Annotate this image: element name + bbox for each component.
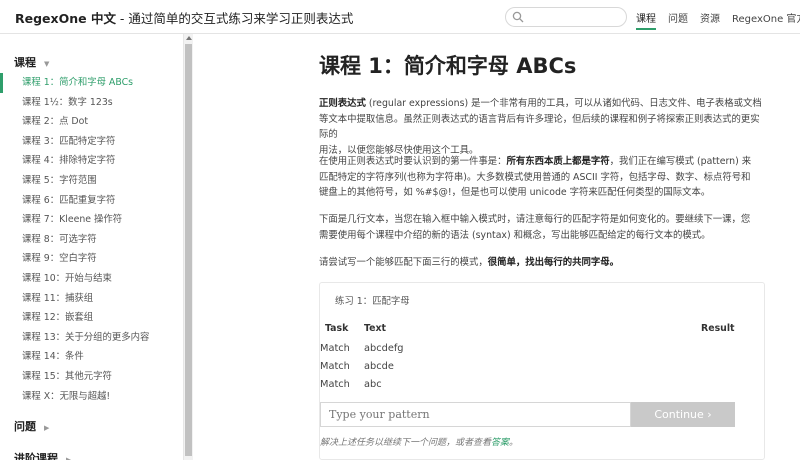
pattern-input[interactable] — [320, 402, 631, 427]
sidebar-section-problems[interactable]: 问题 ▶ — [14, 418, 49, 434]
solution-link[interactable]: 答案 — [491, 438, 509, 448]
row-task: Match — [320, 343, 350, 354]
intro-text-2: 等文本中提取信息。虽然正则表达式的语言背后有许多理论，但后续的课程和例子将探索正… — [319, 113, 760, 141]
caret-down-icon: ▼ — [44, 60, 50, 68]
scrollbar-thumb[interactable] — [185, 44, 192, 456]
sidebar-lesson-item[interactable]: 课程 9：空白字符 — [0, 249, 184, 269]
search-icon — [512, 11, 524, 23]
sidebar-lesson-item[interactable]: 课程 11：捕获组 — [0, 289, 184, 309]
search-input[interactable] — [528, 10, 622, 24]
top-header: RegexOne 中文 - 通过简单的交互式练习来学习正则表达式 课程 问题 资… — [0, 0, 800, 34]
row-text: abc — [364, 379, 382, 390]
task-prompt-emphasis: 很简单，找出每行的共同字母。 — [487, 257, 620, 268]
row-task: Match — [320, 361, 350, 372]
col-header-result: Result — [701, 323, 735, 334]
instructions-paragraph: 下面是几行文本，当您在输入框中输入模式时，请注意每行的匹配字符是如何变化的。要继… — [319, 212, 763, 243]
hint-text: 解决上述任务以继续下一个问题，或者查看答案。 — [320, 435, 518, 448]
main-content: 课程 1：简介和字母 ABCs 正则表达式 (regular expressio… — [193, 34, 800, 460]
sidebar-lesson-item[interactable]: 课程 5：字符范围 — [0, 171, 184, 191]
row-text: abcdefg — [364, 343, 404, 354]
sidebar-lesson-item[interactable]: 课程 3：匹配特定字符 — [0, 132, 184, 152]
intro-paragraph: 正则表达式 (regular expressions) 是一个非常有用的工具，可… — [319, 96, 763, 158]
task-prompt-text: 请尝试写一个能够匹配下面三行的模式， — [319, 257, 488, 268]
col-header-task: Task — [325, 323, 349, 334]
exercise-panel: 练习 1：匹配字母 Task Text Result Match abcdefg… — [319, 282, 765, 460]
scroll-up-arrow-icon[interactable] — [186, 36, 192, 40]
site-brand: RegexOne 中文 — [15, 11, 116, 26]
exercise-title: 练习 1：匹配字母 — [335, 296, 410, 307]
section-problems-label: 问题 — [14, 420, 36, 433]
row-task: Match — [320, 379, 350, 390]
section-lessons-label: 课程 — [14, 56, 36, 69]
chars-text-1b: ，我们正在编写模式 (pattern) 来 — [609, 156, 752, 167]
table-row: Match abcdefg — [320, 343, 766, 361]
caret-right-icon: ▶ — [44, 424, 50, 432]
sidebar-lesson-item[interactable]: 课程 14：条件 — [0, 347, 184, 367]
chars-text-1a: 在使用正则表达式时要认识到的第一件事是： — [319, 156, 507, 167]
nav-official-site[interactable]: RegexOne 官方网 — [732, 10, 800, 25]
caret-right-icon: ▶ — [66, 456, 72, 460]
sidebar-lesson-item[interactable]: 课程 15：其他元字符 — [0, 367, 184, 387]
hint-message: 解决上述任务以继续下一个问题，或者查看 — [320, 438, 492, 448]
site-tagline: - 通过简单的交互式练习来学习正则表达式 — [115, 11, 354, 26]
site-title[interactable]: RegexOne 中文 - 通过简单的交互式练习来学习正则表达式 — [15, 8, 353, 27]
chars-emphasis: 所有东西本质上都是字符 — [506, 156, 610, 167]
sidebar-lesson-item[interactable]: 课程 7：Kleene 操作符 — [0, 210, 184, 230]
continue-button[interactable]: Continue › — [631, 402, 735, 427]
row-text: abcde — [364, 361, 394, 372]
sidebar-lesson-item[interactable]: 课程 2：点 Dot — [0, 112, 184, 132]
sidebar-lesson-item[interactable]: 课程 8：可选字符 — [0, 230, 184, 250]
chars-text-2: 匹配特定的字符序列(也称为字符串)。大多数模式使用普通的 ASCII 字符，包括… — [319, 171, 751, 183]
instructions-text-2: 需要使用每个课程中介绍的新的语法 (syntax) 和概念，写出能够匹配给定的每… — [319, 229, 711, 241]
nav-resources[interactable]: 资源 — [700, 10, 720, 25]
sidebar-section-lessons[interactable]: 课程 ▼ — [14, 54, 49, 70]
task-prompt: 请尝试写一个能够匹配下面三行的模式，很简单，找出每行的共同字母。 — [319, 255, 763, 271]
sidebar: 课程 ▼ 课程 1：简介和字母 ABCs 课程 1½：数字 123s 课程 2：点 D… — [0, 34, 184, 460]
characters-paragraph: 在使用正则表达式时要认识到的第一件事是：所有东西本质上都是字符，我们正在编写模式… — [319, 154, 763, 201]
lesson-list: 课程 1：简介和字母 ABCs 课程 1½：数字 123s 课程 2：点 Dot 课程… — [0, 73, 184, 406]
nav-lessons[interactable]: 课程 — [636, 10, 656, 30]
table-row: Match abc — [320, 379, 766, 397]
instructions-text-1: 下面是几行文本，当您在输入框中输入模式时，请注意每行的匹配字符是如何变化的。要继… — [319, 214, 751, 225]
sidebar-section-advanced[interactable]: 进阶课程 ▶ — [14, 450, 71, 460]
section-advanced-label: 进阶课程 — [14, 452, 58, 460]
sidebar-lesson-item[interactable]: 课程 12：嵌套组 — [0, 308, 184, 328]
sidebar-lesson-item[interactable]: 课程 13：关于分组的更多内容 — [0, 328, 184, 348]
sidebar-lesson-item[interactable]: 课程 X：无限与超越! — [0, 387, 184, 407]
chars-text-3: 键盘上的其他符号，如 %#$@!，但是也可以使用 unicode 字符来匹配任何… — [319, 187, 711, 198]
sidebar-lesson-item[interactable]: 课程 10：开始与结束 — [0, 269, 184, 289]
sidebar-lesson-item[interactable]: 课程 1½：数字 123s — [0, 93, 184, 113]
hint-end: 。 — [509, 438, 519, 448]
sidebar-lesson-item[interactable]: 课程 4：排除特定字符 — [0, 151, 184, 171]
col-header-text: Text — [364, 323, 387, 334]
regex-term: 正则表达式 — [319, 98, 366, 109]
sidebar-scrollbar[interactable] — [183, 34, 193, 460]
nav-problems[interactable]: 问题 — [668, 10, 688, 25]
page-title: 课程 1：简介和字母 ABCs — [319, 54, 577, 78]
search-box[interactable] — [505, 7, 627, 27]
intro-text-1: (regular expressions) 是一个非常有用的工具，可以从诸如代码… — [365, 98, 762, 109]
sidebar-lesson-item[interactable]: 课程 1：简介和字母 ABCs — [0, 73, 184, 93]
sidebar-lesson-item[interactable]: 课程 6：匹配重复字符 — [0, 191, 184, 211]
table-row: Match abcde — [320, 361, 766, 379]
